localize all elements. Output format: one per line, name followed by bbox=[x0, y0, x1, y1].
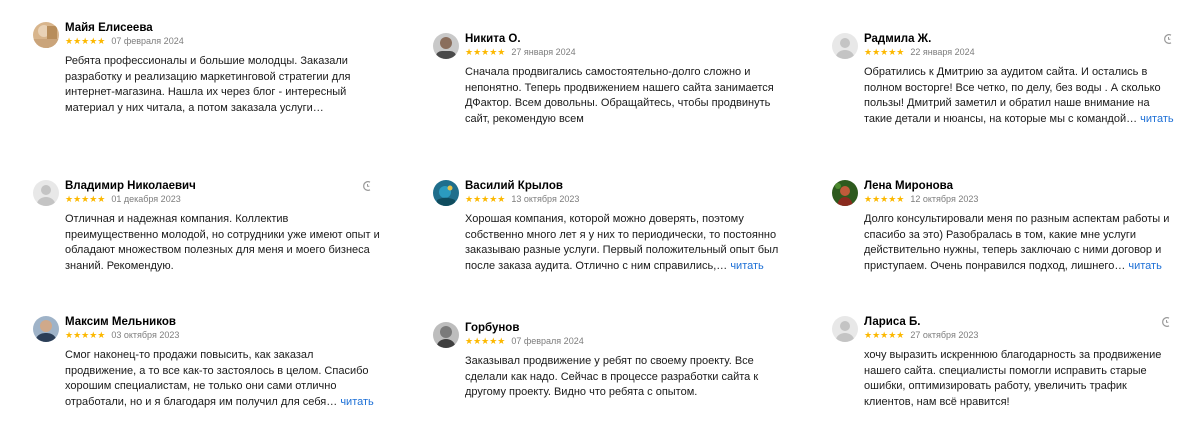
clock-icon bbox=[363, 181, 371, 191]
rating-stars: ★★★★★ bbox=[864, 330, 905, 340]
clock-icon bbox=[1164, 34, 1172, 44]
read-more-link[interactable]: читать bbox=[1140, 113, 1173, 125]
review-date: 27 января 2024 bbox=[511, 47, 576, 57]
rating-stars: ★★★★★ bbox=[65, 194, 106, 204]
rating-stars: ★★★★★ bbox=[465, 336, 506, 346]
review-date: 07 февраля 2024 bbox=[511, 336, 584, 346]
review-date: 22 января 2024 bbox=[910, 47, 975, 57]
rating-stars: ★★★★★ bbox=[65, 330, 106, 340]
rating-stars: ★★★★★ bbox=[465, 47, 506, 57]
review-text: Сначала продвигались самостоятельно-долг… bbox=[465, 66, 774, 125]
reviewer-name: Владимир Николаевич bbox=[65, 180, 196, 192]
avatar bbox=[433, 33, 459, 59]
read-more-link[interactable]: читать bbox=[340, 396, 373, 408]
avatar bbox=[33, 180, 59, 206]
avatar bbox=[33, 316, 59, 342]
rating-stars: ★★★★★ bbox=[864, 47, 905, 57]
avatar bbox=[433, 180, 459, 206]
reviewer-name: Никита О. bbox=[465, 33, 521, 45]
reviewer-name: Василий Крылов bbox=[465, 180, 563, 192]
avatar bbox=[433, 322, 459, 348]
review-date: 03 октября 2023 bbox=[111, 330, 180, 340]
review-text: хочу выразить искреннюю благодарность за… bbox=[864, 349, 1162, 408]
read-more-link[interactable]: читать bbox=[730, 260, 763, 272]
avatar bbox=[33, 22, 59, 48]
reviewer-name: Майя Елисеева bbox=[65, 22, 153, 34]
reviewer-name: Лена Миронова bbox=[864, 180, 953, 192]
review-text: Хорошая компания, которой можно доверять… bbox=[465, 213, 779, 272]
reviewer-name: Лариса Б. bbox=[864, 316, 921, 328]
review-text: Ребята профессионалы и большие молодцы. … bbox=[65, 55, 351, 114]
avatar bbox=[832, 316, 858, 342]
avatar bbox=[832, 180, 858, 206]
rating-stars: ★★★★★ bbox=[465, 194, 506, 204]
avatar bbox=[832, 33, 858, 59]
review-text: Смог наконец-то продажи повысить, как за… bbox=[65, 349, 374, 408]
rating-stars: ★★★★★ bbox=[65, 36, 106, 46]
read-more-link[interactable]: читать bbox=[1128, 260, 1161, 272]
review-date: 07 февраля 2024 bbox=[111, 36, 184, 46]
review-text: Обратились к Дмитрию за аудитом сайта. И… bbox=[864, 66, 1174, 125]
review-text: Долго консультировали меня по разным асп… bbox=[864, 213, 1170, 272]
review-text: Заказывал продвижение у ребят по своему … bbox=[465, 355, 759, 398]
review-date: 12 октября 2023 bbox=[910, 194, 979, 204]
review-date: 27 октября 2023 bbox=[910, 330, 979, 340]
review-text: Отличная и надежная компания. Коллектив … bbox=[65, 213, 380, 272]
reviewer-name: Горбунов bbox=[465, 322, 520, 334]
clock-icon bbox=[1162, 317, 1170, 327]
reviewer-name: Максим Мельников bbox=[65, 316, 176, 328]
rating-stars: ★★★★★ bbox=[864, 194, 905, 204]
review-date: 01 декабря 2023 bbox=[111, 194, 181, 204]
review-date: 13 октября 2023 bbox=[511, 194, 580, 204]
reviewer-name: Радмила Ж. bbox=[864, 33, 932, 45]
